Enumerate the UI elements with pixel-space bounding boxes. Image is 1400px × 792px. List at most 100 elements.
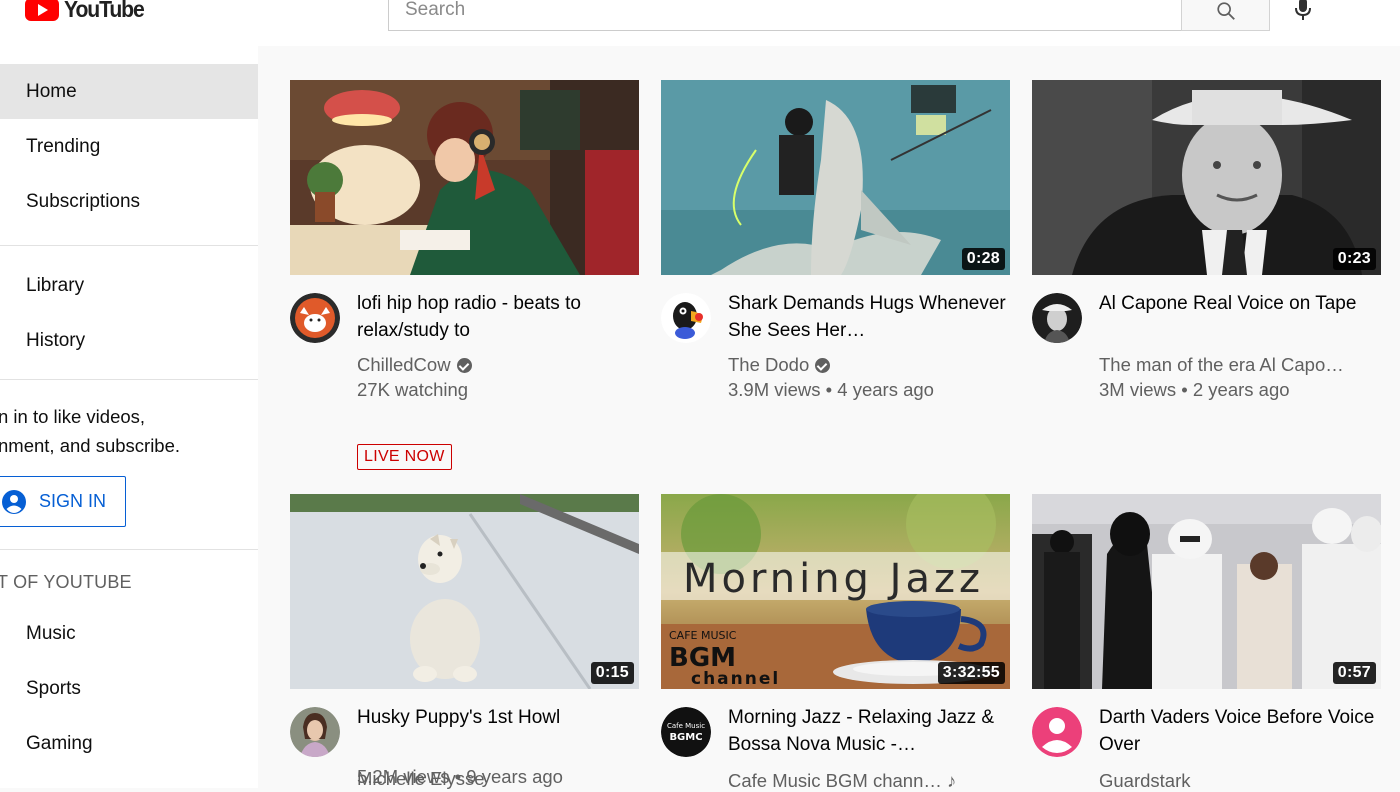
channel-avatar[interactable]: [290, 707, 340, 757]
channel-avatar[interactable]: [661, 293, 711, 343]
sidebar: Home Trending Subscriptions Library Hist…: [0, 46, 258, 788]
video-card[interactable]: 0:28 Shark Demands Hugs Whenever She See…: [661, 80, 1010, 440]
video-thumbnail[interactable]: 0:28: [661, 80, 1010, 275]
video-card[interactable]: lofi hip hop radio - beats to relax/stud…: [290, 80, 639, 470]
avatar-image: [661, 293, 711, 343]
video-title[interactable]: Morning Jazz - Relaxing Jazz & Bossa Nov…: [728, 704, 1008, 758]
video-meta: 27K watching: [357, 379, 469, 400]
search-input[interactable]: Search: [388, 0, 1182, 31]
sidebar-item-label: Sports: [26, 677, 81, 699]
sidebar-divider: [0, 245, 258, 246]
video-meta: 5.2M views • 9 years ago: [357, 766, 563, 787]
video-title[interactable]: Husky Puppy's 1st Howl: [357, 704, 637, 731]
verified-icon: [456, 357, 472, 373]
channel-name-text: The Dodo: [728, 354, 810, 375]
sidebar-item-home[interactable]: Home: [0, 64, 258, 119]
video-meta: 3.9M views • 4 years ago: [728, 379, 934, 400]
avatar-text: BGMC: [669, 732, 702, 743]
thumbnail-image: Morning Jazz CAFE MUSIC BGM channel: [661, 494, 1010, 689]
video-card[interactable]: 0:57 Darth Vaders Voice Before Voice Ove…: [1032, 494, 1381, 791]
video-card[interactable]: Morning Jazz CAFE MUSIC BGM channel 3:32…: [661, 494, 1010, 791]
sidebar-item-label: Library: [26, 274, 85, 296]
search-icon: [1216, 1, 1235, 20]
video-title[interactable]: Shark Demands Hugs Whenever She Sees Her…: [728, 290, 1008, 344]
channel-name-text: The man of the era Al Capo…: [1099, 354, 1344, 375]
verified-icon: [815, 357, 831, 373]
sidebar-divider: [0, 549, 258, 550]
masthead: YouTube Search: [0, 0, 1400, 46]
channel-name-text: ChilledCow: [357, 354, 451, 375]
channel-avatar[interactable]: [1032, 707, 1082, 757]
sidebar-item-label: Subscriptions: [26, 190, 141, 212]
voice-search-button[interactable]: [1286, 0, 1320, 26]
microphone-icon: [1295, 0, 1311, 20]
channel-name[interactable]: Guardstark: [1099, 770, 1191, 792]
thumbnail-text: channel: [691, 669, 780, 689]
video-thumbnail[interactable]: [290, 80, 639, 275]
thumbnail-image: [290, 494, 639, 689]
thumbnail-text: CAFE MUSIC: [669, 629, 737, 642]
best-of-youtube-header: T OF YOUTUBE: [0, 572, 132, 592]
sidebar-item-label: History: [26, 329, 86, 351]
signin-prompt: n in to like videos, nment, and subscrib…: [0, 402, 248, 460]
video-thumbnail[interactable]: 0:23: [1032, 80, 1381, 275]
thumbnail-text: Morning Jazz: [683, 556, 984, 602]
channel-name[interactable]: ChilledCow: [357, 354, 472, 376]
sign-in-label: SIGN IN: [39, 491, 107, 511]
signin-prompt-line: nment, and subscribe.: [0, 435, 181, 456]
channel-name[interactable]: The Dodo: [728, 354, 831, 376]
channel-name-text: Guardstark: [1099, 770, 1191, 791]
logo-text: YouTube: [64, 0, 145, 22]
sidebar-item-label: Music: [26, 622, 76, 644]
video-duration: 3:32:55: [937, 662, 1005, 684]
channel-avatar[interactable]: Cafe Music BGMC: [661, 707, 711, 757]
thumbnail-image: [1032, 494, 1381, 689]
video-duration: 0:15: [590, 662, 634, 684]
thumbnail-image: [1032, 80, 1381, 275]
thumbnail-image: [661, 80, 1010, 275]
sidebar-item-library[interactable]: Library: [0, 258, 258, 313]
account-icon: [2, 489, 26, 514]
youtube-logo[interactable]: YouTube: [25, 0, 151, 24]
search-button[interactable]: [1181, 0, 1270, 31]
sidebar-item-label: Trending: [26, 135, 101, 157]
sidebar-item-music[interactable]: Music: [0, 606, 258, 661]
sidebar-item-label: Gaming: [26, 732, 93, 754]
avatar-image: [290, 293, 340, 343]
channel-avatar[interactable]: [1032, 293, 1082, 343]
video-card[interactable]: 0:15 Husky Puppy's 1st Howl Michelle Ely…: [290, 494, 639, 789]
channel-name[interactable]: Cafe Music BGM chann… ♪: [728, 770, 956, 792]
video-title[interactable]: Al Capone Real Voice on Tape: [1099, 290, 1379, 317]
channel-name-text: Cafe Music BGM chann… ♪: [728, 770, 957, 791]
video-meta: 3M views • 2 years ago: [1099, 379, 1290, 400]
avatar-image: [1032, 293, 1082, 343]
youtube-play-icon: [25, 0, 59, 21]
search-placeholder: Search: [405, 0, 466, 20]
sidebar-item-gaming[interactable]: Gaming: [0, 716, 258, 771]
avatar-text: Cafe Music: [667, 722, 705, 730]
video-title[interactable]: Darth Vaders Voice Before Voice Over: [1099, 704, 1379, 758]
thumbnail-image: [290, 80, 639, 275]
video-thumbnail[interactable]: 0:15: [290, 494, 639, 689]
signin-prompt-line: n in to like videos,: [0, 406, 146, 427]
video-duration: 0:28: [961, 248, 1005, 270]
video-thumbnail[interactable]: 0:57: [1032, 494, 1381, 689]
sidebar-item-history[interactable]: History: [0, 313, 258, 368]
video-title[interactable]: lofi hip hop radio - beats to relax/stud…: [357, 290, 637, 344]
avatar-image: Cafe Music BGMC: [661, 707, 711, 757]
avatar-image: [1032, 707, 1082, 757]
sidebar-item-label: Home: [26, 80, 77, 102]
sidebar-item-subscriptions[interactable]: Subscriptions: [0, 174, 258, 229]
channel-avatar[interactable]: [290, 293, 340, 343]
video-duration: 0:23: [1332, 248, 1376, 270]
avatar-image: [290, 707, 340, 757]
channel-name[interactable]: The man of the era Al Capo…: [1099, 354, 1344, 376]
live-badge: LIVE NOW: [357, 444, 452, 470]
video-thumbnail[interactable]: Morning Jazz CAFE MUSIC BGM channel 3:32…: [661, 494, 1010, 689]
video-card[interactable]: 0:23 Al Capone Real Voice on Tape The ma…: [1032, 80, 1381, 440]
video-grid: lofi hip hop radio - beats to relax/stud…: [258, 46, 1400, 791]
video-duration: 0:57: [1332, 662, 1376, 684]
sidebar-item-sports[interactable]: Sports: [0, 661, 258, 716]
sidebar-item-trending[interactable]: Trending: [0, 119, 258, 174]
sign-in-button[interactable]: SIGN IN: [0, 476, 126, 527]
